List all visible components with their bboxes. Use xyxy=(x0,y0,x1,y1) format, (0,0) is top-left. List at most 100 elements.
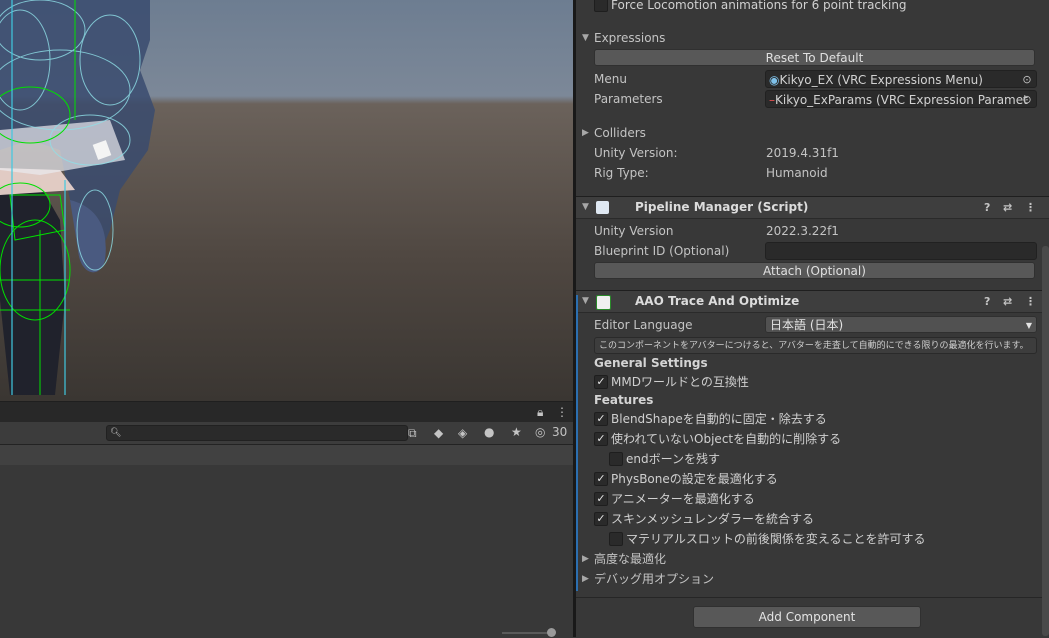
lock-icon[interactable]: 🔒︎ xyxy=(537,405,543,419)
help-icon[interactable]: ? xyxy=(984,197,990,218)
filter-by-label-icon[interactable]: ◈ xyxy=(458,426,467,440)
expressions-menu-icon: ◉ xyxy=(769,73,780,87)
aao-title: AAO Trace And Optimize xyxy=(635,294,800,308)
mmd-compat-label: MMDワールドとの互換性 xyxy=(611,375,749,389)
feature-label: スキンメッシュレンダラーを統合する xyxy=(611,512,815,526)
feature-label: endボーンを残す xyxy=(626,452,721,466)
colliders-foldout[interactable]: ▶ Colliders xyxy=(576,123,1041,143)
panel-toolbar: 🔍︎ ⧉ ◆ ◈ ● ★ ◎ 30 xyxy=(0,422,573,445)
inspector-panel: Force Locomotion animations for 6 point … xyxy=(576,0,1049,637)
aao-header[interactable]: ▼ AAO Trace And Optimize ? ⇄ ⋮ xyxy=(576,290,1049,313)
features-heading: Features xyxy=(576,390,1041,410)
warning-icon[interactable]: ● xyxy=(484,425,494,439)
rig-type-row: Rig Type: Humanoid xyxy=(576,163,1041,183)
feature-label: BlendShapeを自動的に固定・除去する xyxy=(611,412,827,426)
colliders-label: Colliders xyxy=(594,126,646,140)
zoom-slider-track[interactable] xyxy=(502,632,552,634)
presets-icon[interactable]: ⇄ xyxy=(1003,291,1012,312)
reset-row: Reset To Default xyxy=(576,48,1041,68)
pipeline-unity-version-label: Unity Version xyxy=(594,224,674,238)
breadcrumb-bar xyxy=(0,445,573,465)
foldout-arrow-right-icon: ▶ xyxy=(582,574,589,584)
hidden-eye-icon[interactable]: ◎ xyxy=(535,425,545,439)
kebab-menu-icon[interactable]: ⋮ xyxy=(1025,197,1036,218)
pipeline-manager-title: Pipeline Manager (Script) xyxy=(635,200,809,214)
object-picker-icon[interactable]: ⊙ xyxy=(1021,71,1033,87)
general-settings-label: General Settings xyxy=(594,356,708,370)
feature-row: ✓ アニメーターを最適化する xyxy=(576,489,1041,509)
expression-parameters-icon: – xyxy=(769,93,775,107)
feature-checkbox[interactable]: ✓ xyxy=(594,492,608,506)
blueprint-id-label: Blueprint ID (Optional) xyxy=(594,244,730,258)
unity-version-row: Unity Version: 2019.4.31f1 xyxy=(576,143,1041,163)
feature-row: マテリアルスロットの前後関係を変えることを許可する xyxy=(576,529,1041,549)
help-icon[interactable]: ? xyxy=(984,291,990,312)
zoom-slider-knob[interactable] xyxy=(547,628,556,637)
debug-label: デバッグ用オプション xyxy=(594,572,715,586)
feature-label: PhysBoneの設定を最適化する xyxy=(611,472,778,486)
mmd-compat-checkbox[interactable]: ✓ xyxy=(594,375,608,389)
expressions-foldout[interactable]: ▼ Expressions xyxy=(576,28,1041,48)
feature-checkbox[interactable]: ✓ xyxy=(594,512,608,526)
feature-label: 使われていないObjectを自動的に削除する xyxy=(611,432,842,446)
dropdown-caret-icon: ▼ xyxy=(1025,321,1032,330)
feature-checkbox[interactable]: ✓ xyxy=(594,472,608,486)
reset-to-default-button[interactable]: Reset To Default xyxy=(594,49,1035,66)
editor-language-row: Editor Language 日本語 (日本) ▼ xyxy=(576,315,1041,335)
project-panel: 🔒︎ ⋮ 🔍︎ ⧉ ◆ ◈ ● ★ ◎ 30 xyxy=(0,401,573,638)
advanced-label: 高度な最適化 xyxy=(594,552,667,566)
debug-foldout[interactable]: ▶ デバッグ用オプション xyxy=(576,569,1041,589)
rig-type-label: Rig Type: xyxy=(594,166,649,180)
help-box: このコンポーネントをアバターにつけると、アバターを走査して自動的にできる限りの最… xyxy=(594,337,1037,354)
feature-checkbox[interactable]: ✓ xyxy=(594,412,608,426)
inspector-scrollbar[interactable] xyxy=(1042,246,1049,636)
foldout-arrow-right-icon: ▶ xyxy=(582,128,589,138)
feature-row: endボーンを残す xyxy=(576,449,1041,469)
unity-version-value: 2019.4.31f1 xyxy=(766,146,839,160)
editor-language-value: 日本語 (日本) xyxy=(770,318,844,332)
pipeline-unity-version-value: 2022.3.22f1 xyxy=(766,224,839,238)
avatar-wireframe xyxy=(0,0,155,395)
parameters-label: Parameters xyxy=(594,92,663,106)
search-icon: 🔍︎ xyxy=(110,428,122,438)
parameters-row: Parameters –Kikyo_ExParams (VRC Expressi… xyxy=(576,89,1041,109)
hidden-count: 30 xyxy=(552,425,568,439)
object-picker-icon[interactable]: ⊙ xyxy=(1021,91,1033,107)
attach-button[interactable]: Attach (Optional) xyxy=(594,262,1035,279)
foldout-arrow-right-icon: ▶ xyxy=(582,554,589,564)
force-locomotion-checkbox[interactable] xyxy=(594,0,608,12)
feature-row: ✓ スキンメッシュレンダラーを統合する xyxy=(576,509,1041,529)
kebab-menu-icon[interactable]: ⋮ xyxy=(1025,291,1036,312)
pipeline-manager-header[interactable]: ▼ Pipeline Manager (Script) ? ⇄ ⋮ xyxy=(576,196,1049,219)
editor-language-label: Editor Language xyxy=(594,318,693,332)
foldout-arrow-down-icon: ▼ xyxy=(582,33,589,43)
feature-row: ✓ 使われていないObjectを自動的に削除する xyxy=(576,429,1041,449)
search-by-type-icon[interactable]: ⧉ xyxy=(408,426,417,440)
star-icon[interactable]: ★ xyxy=(511,425,522,439)
feature-row: ✓ BlendShapeを自動的に固定・除去する xyxy=(576,409,1041,429)
unity-version-label: Unity Version: xyxy=(594,146,678,160)
separator xyxy=(576,597,1049,598)
menu-object-field[interactable]: ◉Kikyo_EX (VRC Expressions Menu) ⊙ xyxy=(765,70,1037,88)
filter-by-type-icon[interactable]: ◆ xyxy=(434,426,443,440)
editor-language-dropdown[interactable]: 日本語 (日本) ▼ xyxy=(765,316,1037,333)
force-locomotion-label: Force Locomotion animations for 6 point … xyxy=(611,0,907,12)
features-label: Features xyxy=(594,393,654,407)
search-input[interactable]: 🔍︎ xyxy=(106,425,408,441)
add-component-button[interactable]: Add Component xyxy=(693,606,921,628)
scene-view[interactable] xyxy=(0,0,573,401)
blueprint-id-field[interactable] xyxy=(765,242,1037,260)
foldout-arrow-down-icon: ▼ xyxy=(582,202,589,212)
blueprint-id-row: Blueprint ID (Optional) xyxy=(576,241,1041,261)
feature-checkbox[interactable]: ✓ xyxy=(594,432,608,446)
feature-checkbox[interactable] xyxy=(609,532,623,546)
feature-label: マテリアルスロットの前後関係を変えることを許可する xyxy=(626,532,926,546)
rig-type-value: Humanoid xyxy=(766,166,828,180)
parameters-value: Kikyo_ExParams (VRC Expression Paramet xyxy=(775,93,1028,107)
advanced-foldout[interactable]: ▶ 高度な最適化 xyxy=(576,549,1041,569)
parameters-object-field[interactable]: –Kikyo_ExParams (VRC Expression Paramet … xyxy=(765,90,1037,108)
feature-checkbox[interactable] xyxy=(609,452,623,466)
kebab-menu-icon[interactable]: ⋮ xyxy=(556,405,568,419)
foldout-arrow-down-icon: ▼ xyxy=(582,296,589,306)
presets-icon[interactable]: ⇄ xyxy=(1003,197,1012,218)
